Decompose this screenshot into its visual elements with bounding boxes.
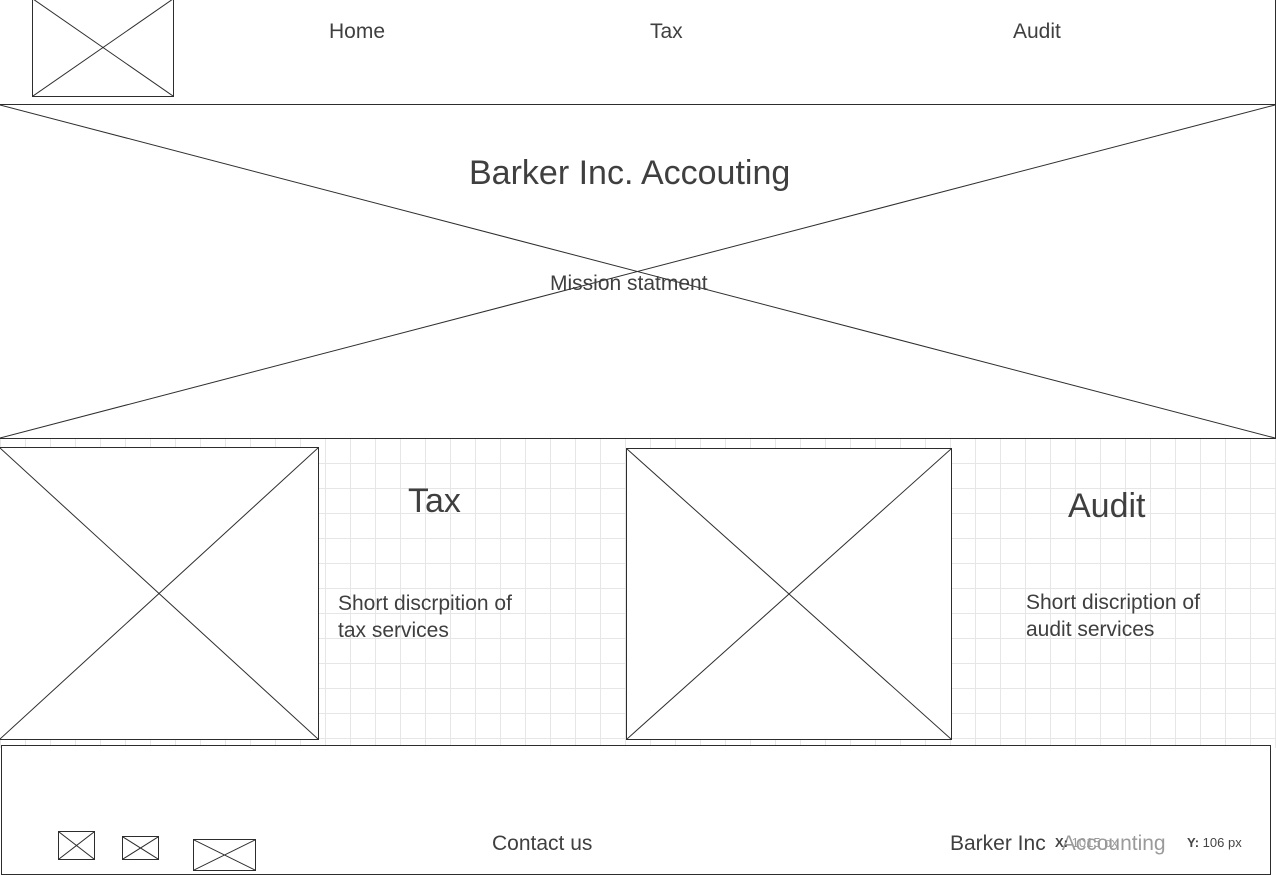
coordinate-readout-y: Y: 106 px — [1187, 835, 1242, 850]
tax-description: Short discrpition of tax services — [338, 592, 512, 642]
image-placeholder-icon — [194, 840, 255, 870]
audit-image-placeholder[interactable] — [626, 448, 952, 740]
audit-description: Short discription of audit services — [1026, 591, 1200, 641]
image-placeholder-icon — [59, 832, 94, 859]
tax-title: Tax — [408, 482, 461, 520]
x-label: X: — [1055, 835, 1068, 850]
x-value: 1015 px — [1071, 835, 1118, 850]
tax-image-placeholder[interactable] — [0, 447, 319, 740]
social-icon-3[interactable] — [193, 839, 256, 871]
hero-subtitle: Mission statment — [550, 272, 708, 295]
audit-title: Audit — [1068, 487, 1146, 525]
social-icon-2[interactable] — [122, 836, 159, 860]
footer-company-name-part1: Barker Inc — [950, 832, 1046, 855]
image-placeholder-icon — [33, 0, 173, 96]
logo-placeholder[interactable] — [32, 0, 174, 97]
header-bar — [0, 0, 1276, 105]
social-icon-1[interactable] — [58, 831, 95, 860]
nav-tax-link[interactable]: Tax — [650, 20, 683, 44]
y-value: 106 px — [1202, 835, 1242, 850]
hero-title: Barker Inc. Accouting — [469, 154, 791, 192]
image-placeholder-icon — [627, 449, 951, 739]
coordinate-readout-x: X: 1015 px — [1055, 835, 1118, 850]
nav-home-link[interactable]: Home — [329, 20, 385, 44]
image-placeholder-icon — [123, 837, 158, 859]
nav-audit-link[interactable]: Audit — [1013, 20, 1061, 44]
y-label: Y: — [1187, 835, 1200, 850]
image-placeholder-icon — [0, 448, 318, 739]
contact-us-link[interactable]: Contact us — [492, 832, 592, 856]
